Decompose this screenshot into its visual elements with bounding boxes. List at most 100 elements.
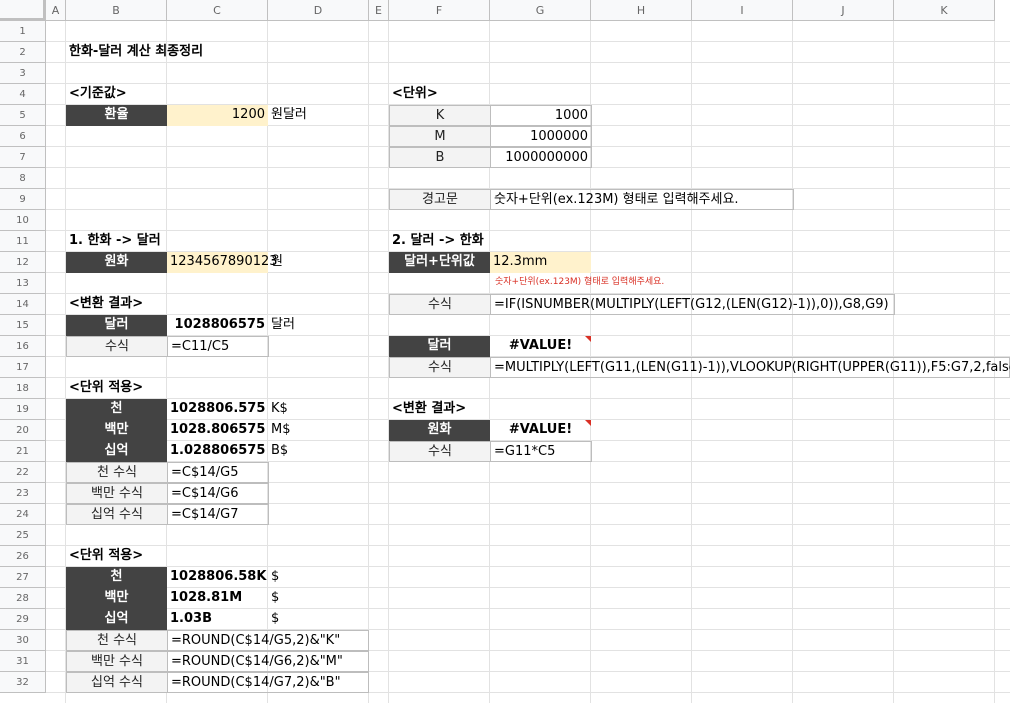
column-header-a[interactable]: A	[46, 0, 66, 21]
row-header-19[interactable]: 19	[0, 399, 46, 420]
dollar-value[interactable]: 1028806575	[167, 315, 268, 336]
dollar-unit[interactable]: 달러	[268, 315, 298, 336]
column-header-k[interactable]: K	[894, 0, 995, 21]
ua1-thousand-formula-label[interactable]: 천 수식	[66, 462, 168, 483]
ua2-thousand-formula-label[interactable]: 천 수식	[66, 630, 168, 651]
ua2-thousand-value[interactable]: 1028806.58K	[167, 567, 268, 588]
row-header-2[interactable]: 2	[0, 42, 46, 63]
ua1-thousand-formula[interactable]: =C$14/G5	[167, 462, 269, 483]
row-header-7[interactable]: 7	[0, 147, 46, 168]
usd-dollar-formula-label[interactable]: 수식	[389, 357, 491, 378]
row-header-29[interactable]: 29	[0, 609, 46, 630]
ua1-billion-label[interactable]: 십억	[66, 441, 167, 462]
usd-won-formula-label[interactable]: 수식	[389, 441, 491, 462]
krw-result-header[interactable]: <변환 결과>	[66, 294, 146, 315]
row-header-4[interactable]: 4	[0, 84, 46, 105]
usd-result-header[interactable]: <변환 결과>	[389, 399, 469, 420]
row-header-31[interactable]: 31	[0, 651, 46, 672]
sheet-title[interactable]: 한화-달러 계산 최종정리	[66, 42, 366, 63]
usd-won-label[interactable]: 원화	[389, 420, 490, 441]
error-indicator-icon[interactable]	[585, 336, 591, 342]
usd-dollar-formula[interactable]: =MULTIPLY(LEFT(G11,(LEN(G11)-1)),VLOOKUP…	[490, 357, 1010, 378]
usd-dollar-value[interactable]: #VALUE!	[490, 336, 591, 357]
ua2-million-value[interactable]: 1028.81M	[167, 588, 268, 609]
select-all-corner[interactable]	[0, 0, 46, 21]
ua2-million-unit[interactable]: $	[268, 588, 282, 609]
row-header-6[interactable]: 6	[0, 126, 46, 147]
ua1-thousand-unit[interactable]: K$	[268, 399, 291, 420]
ua1-thousand-value[interactable]: 1028806.575	[167, 399, 268, 420]
row-header-21[interactable]: 21	[0, 441, 46, 462]
row-header-9[interactable]: 9	[0, 189, 46, 210]
rate-value[interactable]: 1200	[167, 105, 268, 126]
check-formula-label[interactable]: 수식	[389, 294, 491, 315]
column-header-g[interactable]: G	[490, 0, 591, 21]
row-header-12[interactable]: 12	[0, 252, 46, 273]
row-header-14[interactable]: 14	[0, 294, 46, 315]
usd-won-value[interactable]: #VALUE!	[490, 420, 591, 441]
won-value[interactable]: 1234567890123	[167, 252, 278, 273]
usd-dollar-label[interactable]: 달러	[389, 336, 490, 357]
ua2-billion-formula-label[interactable]: 십억 수식	[66, 672, 168, 693]
unit-m-value[interactable]: 1000000	[490, 126, 592, 147]
column-header-e[interactable]: E	[369, 0, 389, 21]
ua2-million-formula-label[interactable]: 백만 수식	[66, 651, 168, 672]
row-header-1[interactable]: 1	[0, 21, 46, 42]
column-header-i[interactable]: I	[692, 0, 793, 21]
row-header-30[interactable]: 30	[0, 630, 46, 651]
row-header-13[interactable]: 13	[0, 273, 46, 294]
won-unit[interactable]: 원	[268, 252, 286, 273]
usd-input-value[interactable]: 12.3mm	[490, 252, 591, 273]
row-header-32[interactable]: 32	[0, 672, 46, 693]
row-header-5[interactable]: 5	[0, 105, 46, 126]
ua2-million-formula[interactable]: =ROUND(C$14/G6,2)&"M"	[167, 651, 369, 672]
ua2-billion-value[interactable]: 1.03B	[167, 609, 268, 630]
ua2-thousand-formula[interactable]: =ROUND(C$14/G5,2)&"K"	[167, 630, 369, 651]
column-header-d[interactable]: D	[268, 0, 369, 21]
ua2-billion-label[interactable]: 십억	[66, 609, 167, 630]
dollar-label[interactable]: 달러	[66, 315, 167, 336]
rate-label[interactable]: 환율	[66, 105, 167, 126]
ua1-million-value[interactable]: 1028.806575	[167, 420, 268, 441]
krw-to-usd-header[interactable]: 1. 한화 -> 달러	[66, 231, 164, 252]
row-header-8[interactable]: 8	[0, 168, 46, 189]
ua1-thousand-label[interactable]: 천	[66, 399, 167, 420]
ua2-billion-formula[interactable]: =ROUND(C$14/G7,2)&"B"	[167, 672, 369, 693]
dollar-formula[interactable]: =C11/C5	[167, 336, 269, 357]
unit-apply-2-header[interactable]: <단위 적용>	[66, 546, 146, 567]
column-header-h[interactable]: H	[591, 0, 692, 21]
row-header-3[interactable]: 3	[0, 63, 46, 84]
ua2-million-label[interactable]: 백만	[66, 588, 167, 609]
ua2-thousand-label[interactable]: 천	[66, 567, 167, 588]
row-header-17[interactable]: 17	[0, 357, 46, 378]
usd-input-label[interactable]: 달러+단위값	[389, 252, 490, 273]
row-header-25[interactable]: 25	[0, 525, 46, 546]
ua1-million-formula[interactable]: =C$14/G6	[167, 483, 269, 504]
units-header[interactable]: <단위>	[389, 84, 441, 105]
row-header-28[interactable]: 28	[0, 588, 46, 609]
unit-k-value[interactable]: 1000	[490, 105, 592, 126]
row-header-10[interactable]: 10	[0, 210, 46, 231]
ua1-billion-value[interactable]: 1.028806575	[167, 441, 268, 462]
row-header-24[interactable]: 24	[0, 504, 46, 525]
row-header-23[interactable]: 23	[0, 483, 46, 504]
row-header-27[interactable]: 27	[0, 567, 46, 588]
won-label[interactable]: 원화	[66, 252, 167, 273]
dollar-formula-label[interactable]: 수식	[66, 336, 168, 357]
ua1-billion-unit[interactable]: B$	[268, 441, 291, 462]
warning-text[interactable]: 숫자+단위(ex.123M) 형태로 입력해주세요.	[490, 189, 794, 210]
row-header-16[interactable]: 16	[0, 336, 46, 357]
ua2-thousand-unit[interactable]: $	[268, 567, 282, 588]
column-header-f[interactable]: F	[389, 0, 490, 21]
unit-k-label[interactable]: K	[389, 105, 491, 126]
row-header-20[interactable]: 20	[0, 420, 46, 441]
usd-won-formula[interactable]: =G11*C5	[490, 441, 592, 462]
base-header[interactable]: <기준값>	[66, 84, 130, 105]
row-header-18[interactable]: 18	[0, 378, 46, 399]
column-header-j[interactable]: J	[793, 0, 894, 21]
row-header-22[interactable]: 22	[0, 462, 46, 483]
warning-label[interactable]: 경고문	[389, 189, 491, 210]
unit-m-label[interactable]: M	[389, 126, 491, 147]
ua1-million-label[interactable]: 백만	[66, 420, 167, 441]
row-header-15[interactable]: 15	[0, 315, 46, 336]
